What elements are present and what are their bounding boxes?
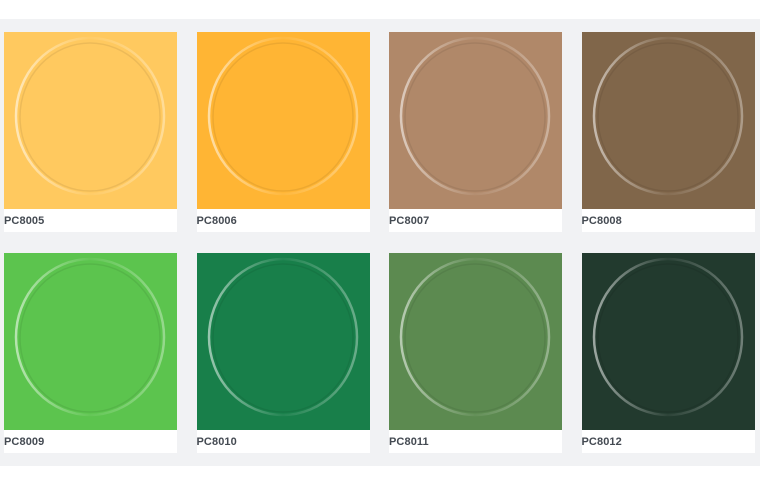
color-swatch	[196, 32, 370, 209]
swatch-code-label: PC8007	[389, 215, 430, 227]
emboss-circle-decoration	[14, 36, 166, 196]
color-swatch	[4, 32, 177, 209]
color-swatch	[389, 32, 562, 209]
emboss-circle-decoration	[592, 36, 743, 196]
color-swatch	[389, 253, 562, 430]
swatch-code-label: PC8008	[581, 215, 622, 227]
swatch-code-label: PC8011	[389, 436, 429, 448]
swatch-card[interactable]: PC8006	[196, 32, 370, 232]
swatch-card[interactable]: PC8010	[196, 253, 370, 453]
color-swatch	[4, 253, 177, 430]
swatch-card[interactable]: PC8009	[4, 253, 177, 453]
emboss-circle-decoration	[399, 36, 551, 196]
swatch-card[interactable]: PC8012	[581, 253, 755, 453]
emboss-circle-decoration	[207, 36, 358, 196]
swatch-card[interactable]: PC8011	[389, 253, 562, 453]
swatch-card[interactable]: PC8005	[4, 32, 177, 232]
color-swatch	[581, 32, 755, 209]
swatch-card[interactable]: PC8008	[581, 32, 755, 232]
color-swatch	[581, 253, 755, 430]
emboss-circle-decoration	[592, 257, 743, 417]
swatch-code-label: PC8009	[4, 436, 45, 448]
color-swatch-grid: PC8005 PC8006 PC8007 PC8008 PC8009 PC801…	[4, 32, 755, 453]
swatch-code-label: PC8006	[196, 215, 237, 227]
color-swatch	[196, 253, 370, 430]
swatch-code-label: PC8012	[581, 436, 622, 448]
emboss-circle-decoration	[399, 257, 551, 417]
swatch-card[interactable]: PC8007	[389, 32, 562, 232]
swatch-code-label: PC8005	[4, 215, 45, 227]
emboss-circle-decoration	[207, 257, 358, 417]
emboss-circle-decoration	[14, 257, 166, 417]
swatch-code-label: PC8010	[196, 436, 237, 448]
